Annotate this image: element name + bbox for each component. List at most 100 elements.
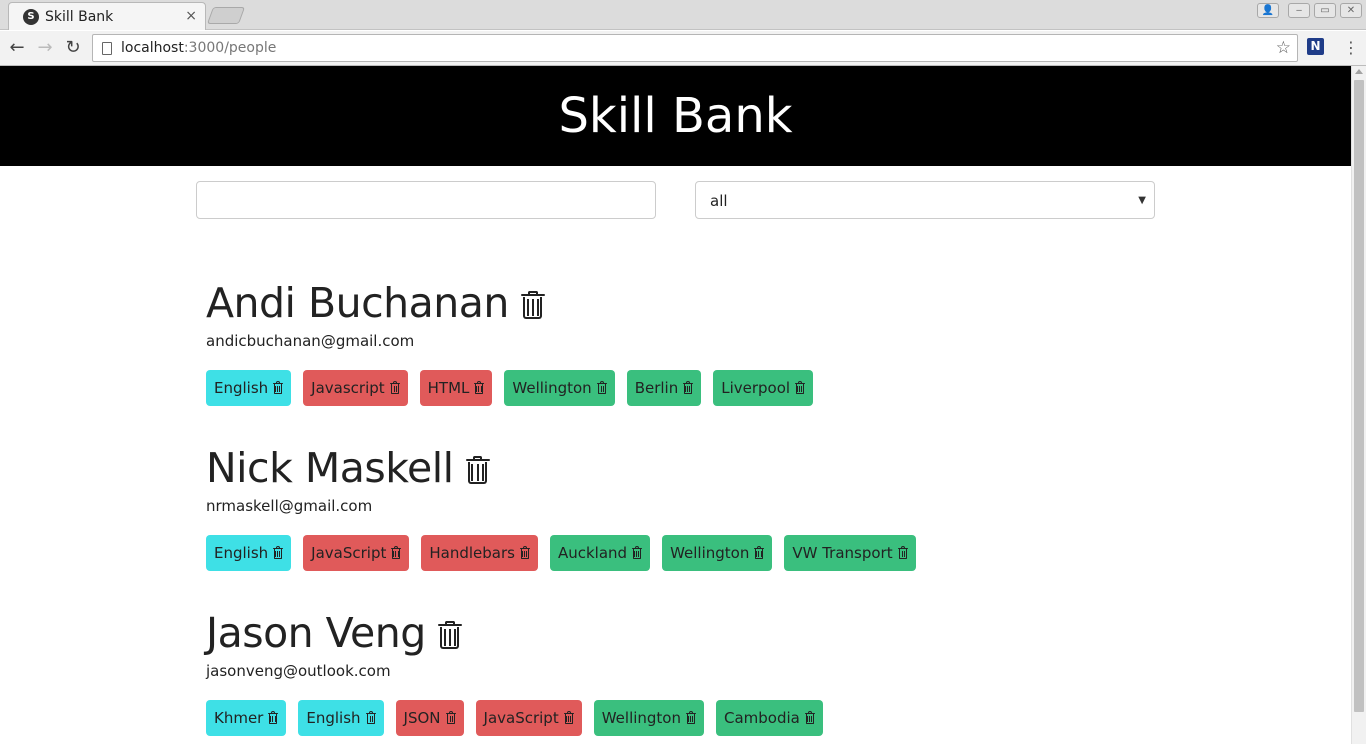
new-tab-button[interactable] [206, 7, 246, 24]
person-name-row: Andi Buchanan [206, 278, 1146, 328]
back-arrow-icon[interactable]: ← [5, 36, 29, 60]
forward-arrow-icon[interactable]: → [33, 36, 57, 60]
tag-place[interactable]: Cambodia [716, 700, 823, 736]
person-name: Nick Maskell [206, 444, 454, 492]
filter-selected-value: all [710, 192, 728, 210]
tag-skill[interactable]: Javascript [303, 370, 408, 406]
delete-tag-trash-icon[interactable] [804, 711, 815, 724]
person-card: Nick Maskell nrmaskell@gmail.com English Ja… [206, 443, 1146, 571]
delete-tag-trash-icon[interactable] [273, 381, 284, 394]
delete-person-trash-icon[interactable] [520, 291, 545, 319]
tag-skill[interactable]: HTML [419, 370, 493, 406]
tag-place[interactable]: Wellington [504, 370, 615, 406]
delete-tag-trash-icon[interactable] [389, 381, 400, 394]
browser-tab-bar: S Skill Bank × 👤 ‒ ▭ ✕ [0, 0, 1366, 30]
browser-menu-icon[interactable]: ⋮ [1342, 37, 1360, 59]
tag-label: Wellington [601, 709, 681, 727]
bookmark-star-icon[interactable]: ☆ [1276, 38, 1291, 58]
tag-place[interactable]: Berlin [626, 370, 702, 406]
tag-label: JSON [403, 709, 441, 727]
tag-label: Javascript [311, 379, 385, 397]
vertical-scrollbar[interactable] [1351, 66, 1366, 744]
tag-place[interactable]: Auckland [549, 535, 651, 571]
tag-list: English JavaScript Handlebars Auckland Welli… [206, 535, 1146, 571]
page-title: Skill Bank [558, 88, 793, 144]
delete-person-trash-icon[interactable] [465, 456, 490, 484]
scroll-up-arrow-icon[interactable] [1355, 69, 1363, 74]
tag-label: Wellington [512, 379, 592, 397]
person-email: nrmaskell@gmail.com [206, 497, 373, 515]
page-viewport: Skill Bank all ▼ Andi Buchanan andicbucha… [0, 66, 1351, 744]
person-name-row: Nick Maskell [206, 443, 1146, 493]
delete-tag-trash-icon[interactable] [474, 381, 485, 394]
maximize-window-button[interactable]: ▭ [1314, 3, 1336, 18]
delete-tag-trash-icon[interactable] [632, 546, 643, 559]
tag-skill[interactable]: JSON [395, 700, 464, 736]
delete-tag-trash-icon[interactable] [897, 546, 908, 559]
tag-label: English [214, 379, 269, 397]
chevron-down-icon: ▼ [1138, 195, 1146, 206]
tag-label: Cambodia [724, 709, 800, 727]
tab-title: Skill Bank [45, 9, 114, 25]
delete-tag-trash-icon[interactable] [445, 711, 456, 724]
reload-icon[interactable]: ↻ [61, 36, 85, 60]
tag-place[interactable]: Wellington [593, 700, 704, 736]
tag-label: Handlebars [429, 544, 515, 562]
tag-label: Wellington [670, 544, 750, 562]
tag-list: Khmer English JSON JavaScript Wellington Camb… [206, 700, 1146, 736]
tab-close-icon[interactable]: × [185, 8, 197, 24]
profile-icon[interactable]: 👤 [1257, 3, 1279, 18]
delete-tag-trash-icon[interactable] [391, 546, 402, 559]
tag-label: HTML [427, 379, 470, 397]
tag-language[interactable]: Khmer [206, 700, 287, 736]
delete-tag-trash-icon[interactable] [268, 711, 279, 724]
delete-tag-trash-icon[interactable] [365, 711, 376, 724]
delete-tag-trash-icon[interactable] [596, 381, 607, 394]
tag-list: English Javascript HTML Wellington Berlin Liv… [206, 370, 1146, 406]
tag-label: Auckland [557, 544, 628, 562]
scrollbar-thumb[interactable] [1354, 80, 1364, 712]
tag-place[interactable]: Liverpool [713, 370, 814, 406]
tag-label: Berlin [634, 379, 679, 397]
person-name: Andi Buchanan [206, 279, 509, 327]
address-bar[interactable]: localhost:3000/people ☆ [92, 34, 1298, 62]
page-icon [102, 42, 112, 55]
tag-label: VW Transport [792, 544, 893, 562]
delete-tag-trash-icon[interactable] [563, 711, 574, 724]
tag-place[interactable]: VW Transport [784, 535, 916, 571]
tag-place[interactable]: Wellington [662, 535, 773, 571]
close-window-button[interactable]: ✕ [1340, 3, 1362, 18]
tag-skill[interactable]: Handlebars [421, 535, 538, 571]
delete-tag-trash-icon[interactable] [795, 381, 806, 394]
search-input[interactable] [196, 181, 656, 219]
site-header: Skill Bank [0, 66, 1351, 166]
delete-tag-trash-icon[interactable] [273, 546, 284, 559]
tag-skill[interactable]: JavaScript [303, 535, 410, 571]
tag-skill[interactable]: JavaScript [475, 700, 582, 736]
person-name-row: Jason Veng [206, 608, 1146, 658]
tag-label: English [306, 709, 361, 727]
delete-tag-trash-icon[interactable] [683, 381, 694, 394]
delete-tag-trash-icon[interactable] [754, 546, 765, 559]
url-text: localhost:3000/people [121, 40, 277, 56]
delete-person-trash-icon[interactable] [437, 621, 462, 649]
delete-tag-trash-icon[interactable] [519, 546, 530, 559]
person-card: Jason Veng jasonveng@outlook.com Khmer Engl… [206, 608, 1146, 736]
extension-icon[interactable]: N [1307, 38, 1324, 55]
tag-label: English [214, 544, 269, 562]
tag-label: Liverpool [721, 379, 791, 397]
person-card: Andi Buchanan andicbuchanan@gmail.com Engl… [206, 278, 1146, 406]
browser-tab[interactable]: S Skill Bank × [8, 2, 206, 30]
browser-toolbar: ← → ↻ localhost:3000/people ☆ N ⋮ [0, 31, 1366, 66]
person-name: Jason Veng [206, 609, 426, 657]
delete-tag-trash-icon[interactable] [686, 711, 696, 724]
tag-label: JavaScript [311, 544, 387, 562]
tag-language[interactable]: English [206, 370, 292, 406]
tab-favicon-icon: S [23, 9, 39, 25]
tag-language[interactable]: English [298, 700, 384, 736]
tag-label: JavaScript [483, 709, 559, 727]
tag-language[interactable]: English [206, 535, 292, 571]
tag-label: Khmer [214, 709, 264, 727]
minimize-window-button[interactable]: ‒ [1288, 3, 1310, 18]
filter-select[interactable]: all ▼ [695, 181, 1155, 219]
